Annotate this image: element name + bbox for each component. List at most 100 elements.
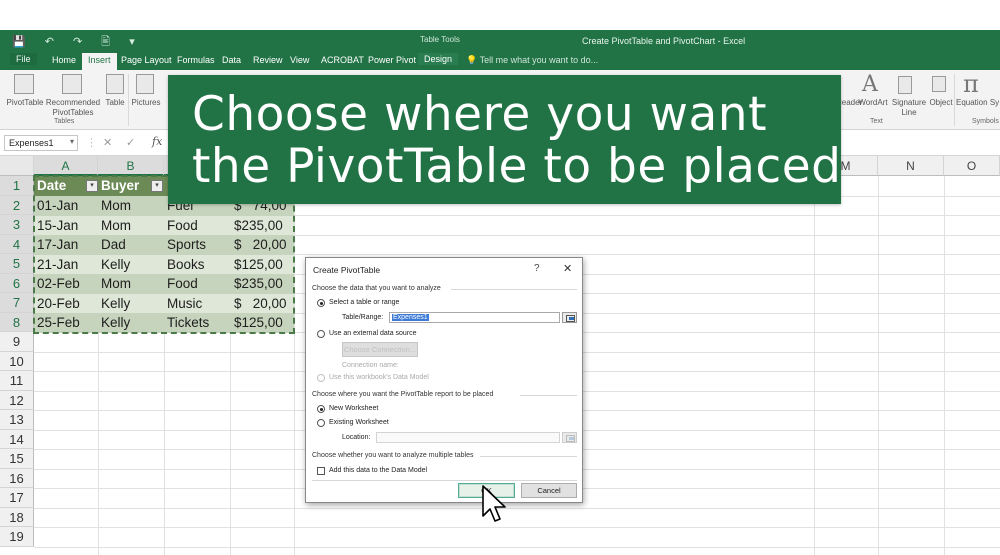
radio-new-worksheet[interactable] <box>317 405 325 413</box>
row-header[interactable]: 14 <box>0 429 34 449</box>
column-header-b[interactable]: B <box>98 156 164 176</box>
cancel-icon[interactable]: ✕ <box>103 136 112 149</box>
radio-existing-worksheet[interactable] <box>317 419 325 427</box>
tab-power-pivot[interactable]: Power Pivot <box>368 55 416 65</box>
tab-formulas[interactable]: Formulas <box>177 55 215 65</box>
title-bar: 💾 ↶ ↷ 🖹 ▾ Table Tools Create PivotTable … <box>0 30 1000 52</box>
row-header[interactable]: 5 <box>0 254 34 274</box>
insert-function-icon[interactable]: fx <box>152 135 162 148</box>
help-icon[interactable]: ? <box>534 263 540 274</box>
tab-data[interactable]: Data <box>222 55 241 65</box>
equation-button[interactable]: Equation Sy <box>956 98 1000 108</box>
enter-icon[interactable]: ✓ <box>126 136 135 149</box>
row-header[interactable]: 13 <box>0 410 34 430</box>
section-divider <box>520 395 577 396</box>
context-tab-title: Table Tools <box>420 35 460 44</box>
signature-label-1: Signature <box>891 98 927 107</box>
wordart-icon: A <box>862 72 878 97</box>
select-all-corner[interactable] <box>0 156 34 176</box>
row-header[interactable]: 19 <box>0 527 34 547</box>
pi-equation-icon: π <box>963 70 979 98</box>
row-header[interactable]: 3 <box>0 215 34 235</box>
location-picker-icon[interactable] <box>562 432 577 443</box>
row-header[interactable]: 7 <box>0 293 34 313</box>
name-box-value: Expenses1 <box>9 138 54 148</box>
range-picker-icon[interactable] <box>562 312 577 323</box>
tab-review[interactable]: Review <box>253 55 283 65</box>
row-header[interactable]: 6 <box>0 273 34 293</box>
column-header-n[interactable]: N <box>878 156 944 176</box>
row-header[interactable]: 4 <box>0 234 34 254</box>
row-header[interactable]: 8 <box>0 312 34 332</box>
location-field[interactable] <box>376 432 560 443</box>
radio-select-table[interactable] <box>317 299 325 307</box>
object-button[interactable]: Object <box>928 98 954 108</box>
wordart-button[interactable]: WordArt <box>856 98 890 108</box>
row-header[interactable]: 9 <box>0 332 34 352</box>
banner-line-2: the PivotTable to be placed <box>192 139 842 194</box>
table-range-value: Expenses1 <box>392 314 429 321</box>
row-header[interactable]: 18 <box>0 507 34 527</box>
more-icon: ⋮ <box>86 137 97 149</box>
tab-insert[interactable]: Insert <box>82 53 117 70</box>
table-button[interactable]: Table <box>102 98 128 108</box>
add-data-model-checkbox[interactable] <box>317 467 325 475</box>
radio-data-model[interactable] <box>317 374 325 382</box>
radio-external-source[interactable] <box>317 330 325 338</box>
cancel-button[interactable]: Cancel <box>521 483 577 498</box>
group-symbols-label: Symbols <box>972 118 999 125</box>
row-header[interactable]: 17 <box>0 488 34 508</box>
section-placement-label: Choose where you want the PivotTable rep… <box>312 391 494 398</box>
section-multiple-tables-label: Choose whether you want to analyze multi… <box>312 452 474 459</box>
recommended-pivottables-button[interactable]: Recommended PivotTables <box>44 98 102 118</box>
pivottable-icon <box>14 74 34 94</box>
tell-me-search[interactable]: 💡 Tell me what you want to do... <box>466 55 598 66</box>
create-pivottable-dialog: Create PivotTable ? ✕ Choose the data th… <box>305 257 583 503</box>
ribbon-separator <box>128 74 129 126</box>
recommended-label-2: PivotTables <box>52 108 94 117</box>
name-box[interactable]: Expenses1 ▾ <box>4 135 78 151</box>
close-icon[interactable]: ✕ <box>563 262 572 275</box>
tab-view[interactable]: View <box>290 55 309 65</box>
tab-page-layout[interactable]: Page Layout <box>121 55 172 65</box>
row-header[interactable]: 12 <box>0 390 34 410</box>
pictures-button[interactable]: Pictures <box>130 98 162 108</box>
external-source-label[interactable]: Use an external data source <box>329 330 417 337</box>
signature-line-button[interactable]: Signature Line <box>890 98 928 118</box>
location-label: Location: <box>342 434 371 441</box>
column-header-a[interactable]: A <box>34 156 98 176</box>
column-header-o[interactable]: O <box>944 156 1000 176</box>
connection-name-label: Connection name: <box>342 362 399 369</box>
gridline <box>34 507 1000 509</box>
document-title: Create PivotTable and PivotChart - Excel <box>582 36 746 46</box>
row-header[interactable]: 10 <box>0 351 34 371</box>
quick-access-toolbar[interactable]: 💾 ↶ ↷ 🖹 ▾ <box>12 33 143 52</box>
new-worksheet-label[interactable]: New Worksheet <box>329 405 378 412</box>
row-header[interactable]: 1 <box>0 176 34 196</box>
data-model-label[interactable]: Use this workbook's Data Model <box>329 374 429 381</box>
existing-worksheet-label[interactable]: Existing Worksheet <box>329 419 389 426</box>
lightbulb-icon: 💡 <box>466 55 478 65</box>
row-header[interactable]: 2 <box>0 195 34 215</box>
row-header[interactable]: 15 <box>0 449 34 469</box>
table-range-field[interactable]: Expenses1 <box>389 312 560 323</box>
tab-file[interactable]: File <box>10 53 37 65</box>
row-header[interactable]: 16 <box>0 468 34 488</box>
signature-label-2: Line <box>901 108 917 117</box>
dialog-divider <box>312 480 577 481</box>
gridline <box>814 176 815 555</box>
add-data-model-label[interactable]: Add this data to the Data Model <box>329 467 427 474</box>
pivottable-button[interactable]: PivotTable <box>6 98 44 108</box>
tab-acrobat[interactable]: ACROBAT <box>321 55 364 65</box>
gridline <box>944 176 945 555</box>
ribbon-separator <box>954 74 955 126</box>
tab-design[interactable]: Design <box>418 53 459 65</box>
instruction-banner: Choose where you want the PivotTable to … <box>168 75 841 204</box>
chevron-down-icon[interactable]: ▾ <box>70 137 74 146</box>
select-table-label[interactable]: Select a table or range <box>329 299 399 306</box>
row-header[interactable]: 11 <box>0 371 34 391</box>
gridline <box>34 546 1000 548</box>
tell-me-label: Tell me what you want to do... <box>479 55 599 65</box>
tab-home[interactable]: Home <box>52 55 76 65</box>
choose-connection-button[interactable]: Choose Connection... <box>342 342 418 357</box>
